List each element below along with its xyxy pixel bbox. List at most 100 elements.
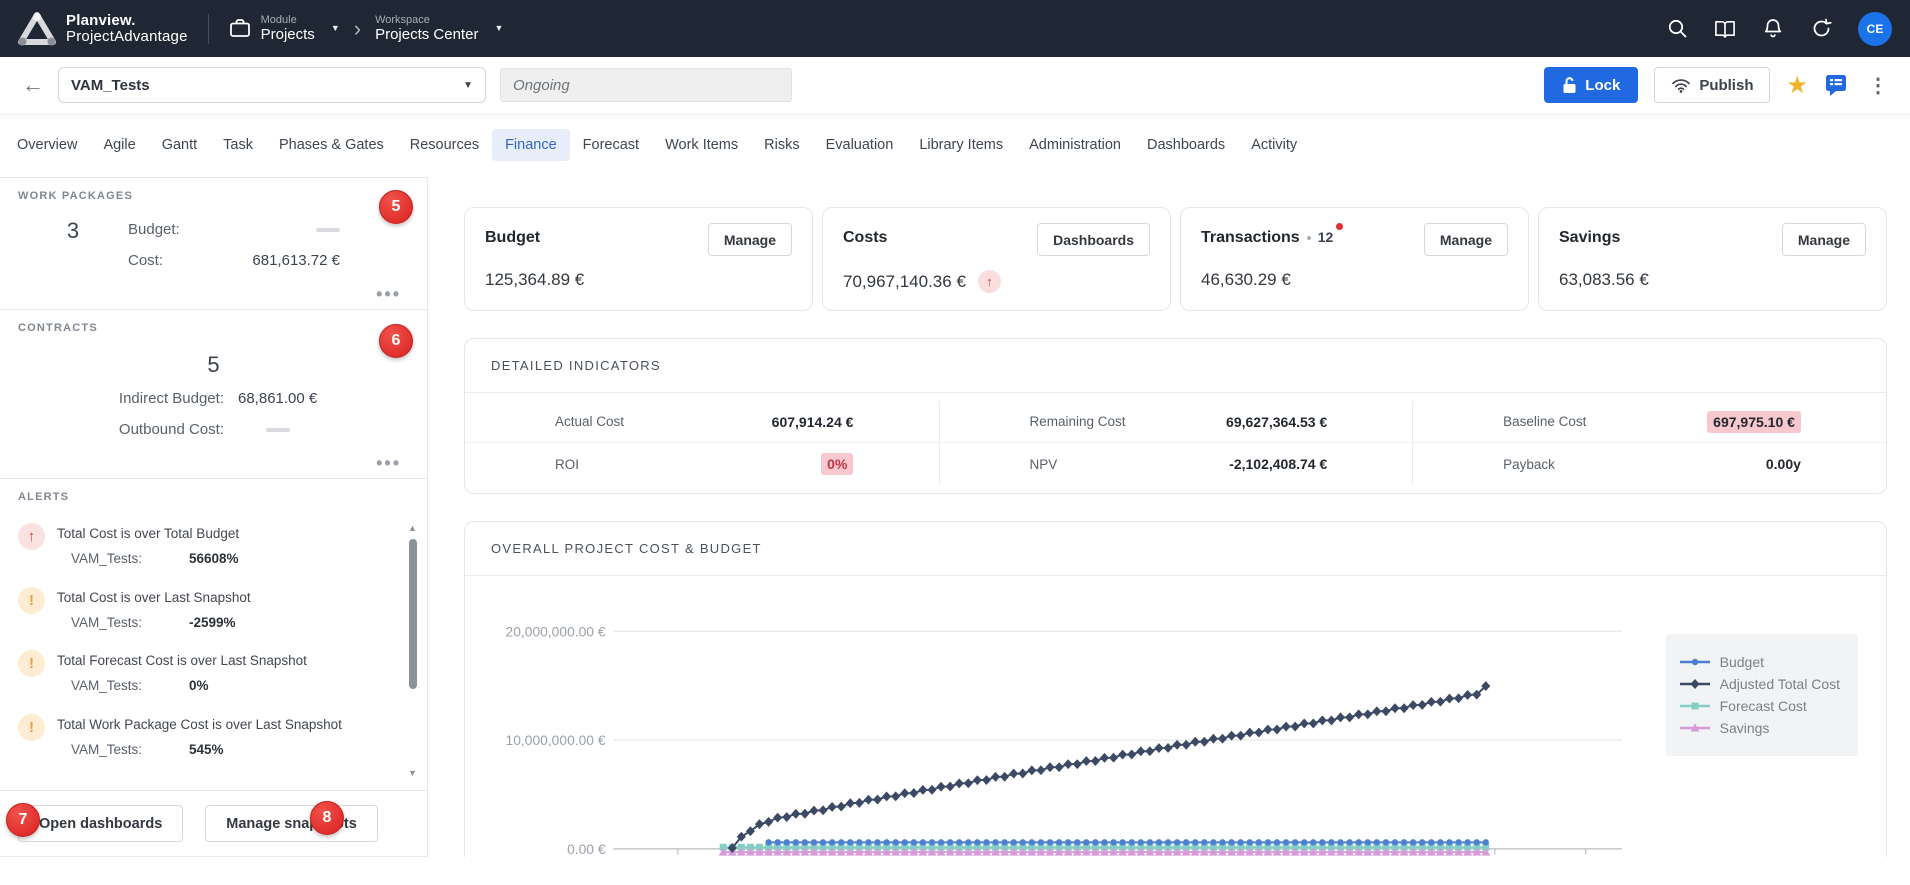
transactions-notification-dot — [1336, 223, 1343, 230]
unlock-icon — [1562, 77, 1577, 94]
contracts-count: 5 — [18, 352, 409, 378]
indicator-value: 0.00y — [1766, 456, 1801, 472]
costs-card: Costs Dashboards 70,967,140.36 € ↑ — [822, 207, 1171, 311]
workspace-label: Workspace — [375, 14, 478, 27]
tab-agile[interactable]: Agile — [90, 129, 148, 161]
more-options-kebab-icon[interactable]: ⋮ — [1864, 73, 1892, 98]
workspace-value: Projects Center — [375, 26, 478, 43]
work-packages-section: WORK PACKAGES 5 3 Budget: Cost: 681,613.… — [0, 178, 427, 310]
scrollbar-thumb[interactable] — [409, 539, 417, 689]
alert-value: 56608% — [189, 552, 239, 567]
alert-title: Total Cost is over Total Budget — [57, 527, 239, 542]
tab-forecast[interactable]: Forecast — [570, 129, 652, 161]
module-value: Projects — [261, 26, 315, 43]
chart-panel-title: OVERALL PROJECT COST & BUDGET — [465, 522, 1886, 576]
contracts-badge: 6 — [379, 324, 413, 358]
contracts-menu-icon[interactable]: ••• — [18, 452, 409, 470]
alert-item[interactable]: ! Total Forecast Cost is over Last Snaps… — [18, 650, 409, 694]
finance-chart-svg: 0.00 €10,000,000.00 €20,000,000.00 €2010… — [475, 590, 1652, 857]
wp-cost-label: Cost: — [128, 252, 163, 269]
work-packages-badge: 5 — [379, 190, 413, 224]
alert-warning-icon: ! — [18, 714, 45, 741]
transactions-card-title: Transactions — [1201, 229, 1300, 247]
breadcrumb-chevron-icon: › — [354, 18, 361, 40]
tab-work-items[interactable]: Work Items — [652, 129, 751, 161]
status-field[interactable]: Ongoing — [500, 68, 792, 102]
alert-entity: VAM_Tests: — [71, 616, 189, 631]
manage-snapshots-button[interactable]: Manage snapshots — [205, 805, 378, 842]
brand-line2: ProjectAdvantage — [66, 29, 188, 45]
tab-overview[interactable]: Overview — [4, 129, 90, 161]
tab-finance[interactable]: Finance — [492, 129, 570, 161]
alert-entity: VAM_Tests: — [71, 552, 189, 567]
tab-gantt[interactable]: Gantt — [149, 129, 210, 161]
finance-main: Budget Manage 125,364.89 € Costs Dashboa… — [428, 177, 1910, 857]
legend-marker-icon — [1680, 656, 1710, 668]
svg-text:0.00 €: 0.00 € — [567, 841, 606, 857]
contracts-indirect-value: 68,861.00 € — [238, 390, 378, 407]
publish-button[interactable]: Publish — [1654, 67, 1770, 103]
alert-value: 0% — [189, 679, 209, 694]
budget-card: Budget Manage 125,364.89 € — [464, 207, 813, 311]
legend-item-forecast-cost[interactable]: Forecast Cost — [1680, 698, 1840, 714]
comments-icon[interactable] — [1824, 73, 1848, 97]
workspace-selector[interactable]: Workspace Projects Center ▼ — [375, 14, 503, 44]
tab-task[interactable]: Task — [210, 129, 266, 161]
refresh-icon[interactable] — [1810, 18, 1832, 40]
alert-item[interactable]: ! Total Cost is over Last Snapshot VAM_T… — [18, 587, 409, 631]
work-packages-menu-icon[interactable]: ••• — [18, 283, 409, 301]
module-selector[interactable]: Module Projects ▼ — [229, 14, 340, 44]
search-icon[interactable] — [1666, 18, 1688, 40]
costs-card-value: 70,967,140.36 € — [843, 272, 966, 292]
work-packages-count: 3 — [18, 214, 128, 283]
tab-resources[interactable]: Resources — [397, 129, 492, 161]
scrollbar-up-arrow[interactable]: ▲ — [408, 523, 417, 533]
alerts-scrollbar: ▲ ▼ — [407, 523, 419, 778]
indicator-value: 69,627,364.53 € — [1226, 414, 1327, 430]
scrollbar-down-arrow[interactable]: ▼ — [408, 768, 417, 778]
transactions-card-value: 46,630.29 € — [1201, 270, 1508, 290]
legend-item-budget[interactable]: Budget — [1680, 654, 1840, 670]
notifications-bell-icon[interactable] — [1762, 18, 1784, 40]
tab-risks[interactable]: Risks — [751, 129, 812, 161]
tab-library-items[interactable]: Library Items — [906, 129, 1016, 161]
legend-label: Savings — [1720, 720, 1770, 736]
back-arrow-icon[interactable]: ← — [22, 72, 44, 98]
project-select[interactable]: VAM_Tests ▼ — [58, 67, 486, 103]
project-name: VAM_Tests — [71, 77, 150, 94]
alert-entity: VAM_Tests: — [71, 743, 189, 758]
tab-evaluation[interactable]: Evaluation — [813, 129, 907, 161]
user-avatar[interactable]: CE — [1858, 12, 1892, 46]
tab-bar: Overview Agile Gantt Task Phases & Gates… — [0, 113, 1910, 177]
svg-text:10,000,000.00 €: 10,000,000.00 € — [506, 732, 606, 748]
tab-dashboards[interactable]: Dashboards — [1134, 129, 1238, 161]
costs-dashboards-button[interactable]: Dashboards — [1037, 223, 1150, 256]
tab-administration[interactable]: Administration — [1016, 129, 1134, 161]
savings-manage-button[interactable]: Manage — [1782, 223, 1866, 256]
lock-button[interactable]: Lock — [1544, 67, 1638, 103]
tab-activity[interactable]: Activity — [1238, 129, 1310, 161]
alert-item[interactable]: ! Total Work Package Cost is over Last S… — [18, 714, 409, 758]
manage-snapshots-badge: 8 — [310, 801, 344, 835]
legend-label: Budget — [1720, 654, 1764, 670]
alert-title: Total Forecast Cost is over Last Snapsho… — [57, 654, 307, 669]
open-dashboards-button[interactable]: Open dashboards — [18, 805, 183, 842]
favorite-star-icon[interactable]: ★ — [1786, 71, 1808, 100]
alert-item[interactable]: ↑ Total Cost is over Total Budget VAM_Te… — [18, 523, 409, 567]
indicator-label: Payback — [1503, 457, 1555, 472]
alert-entity: VAM_Tests: — [71, 679, 189, 694]
contracts-title: CONTRACTS — [18, 322, 409, 334]
budget-manage-button[interactable]: Manage — [708, 223, 792, 256]
documentation-book-icon[interactable] — [1714, 18, 1736, 40]
work-packages-title: WORK PACKAGES — [18, 190, 409, 202]
contracts-outbound-label: Outbound Cost: — [49, 421, 224, 438]
legend-item-adjusted-total-cost[interactable]: Adjusted Total Cost — [1680, 676, 1840, 692]
savings-card-title: Savings — [1559, 223, 1620, 247]
contracts-section: CONTRACTS 6 5 Indirect Budget: 68,861.00… — [0, 310, 427, 479]
legend-item-savings[interactable]: Savings — [1680, 720, 1840, 736]
chart-legend: Budget Adjusted Total Cost Forecast Cost Sa… — [1666, 634, 1858, 756]
indicator-label: Baseline Cost — [1503, 414, 1586, 429]
transactions-manage-button[interactable]: Manage — [1424, 223, 1508, 256]
tab-phases-gates[interactable]: Phases & Gates — [266, 129, 397, 161]
alert-warning-icon: ! — [18, 650, 45, 677]
